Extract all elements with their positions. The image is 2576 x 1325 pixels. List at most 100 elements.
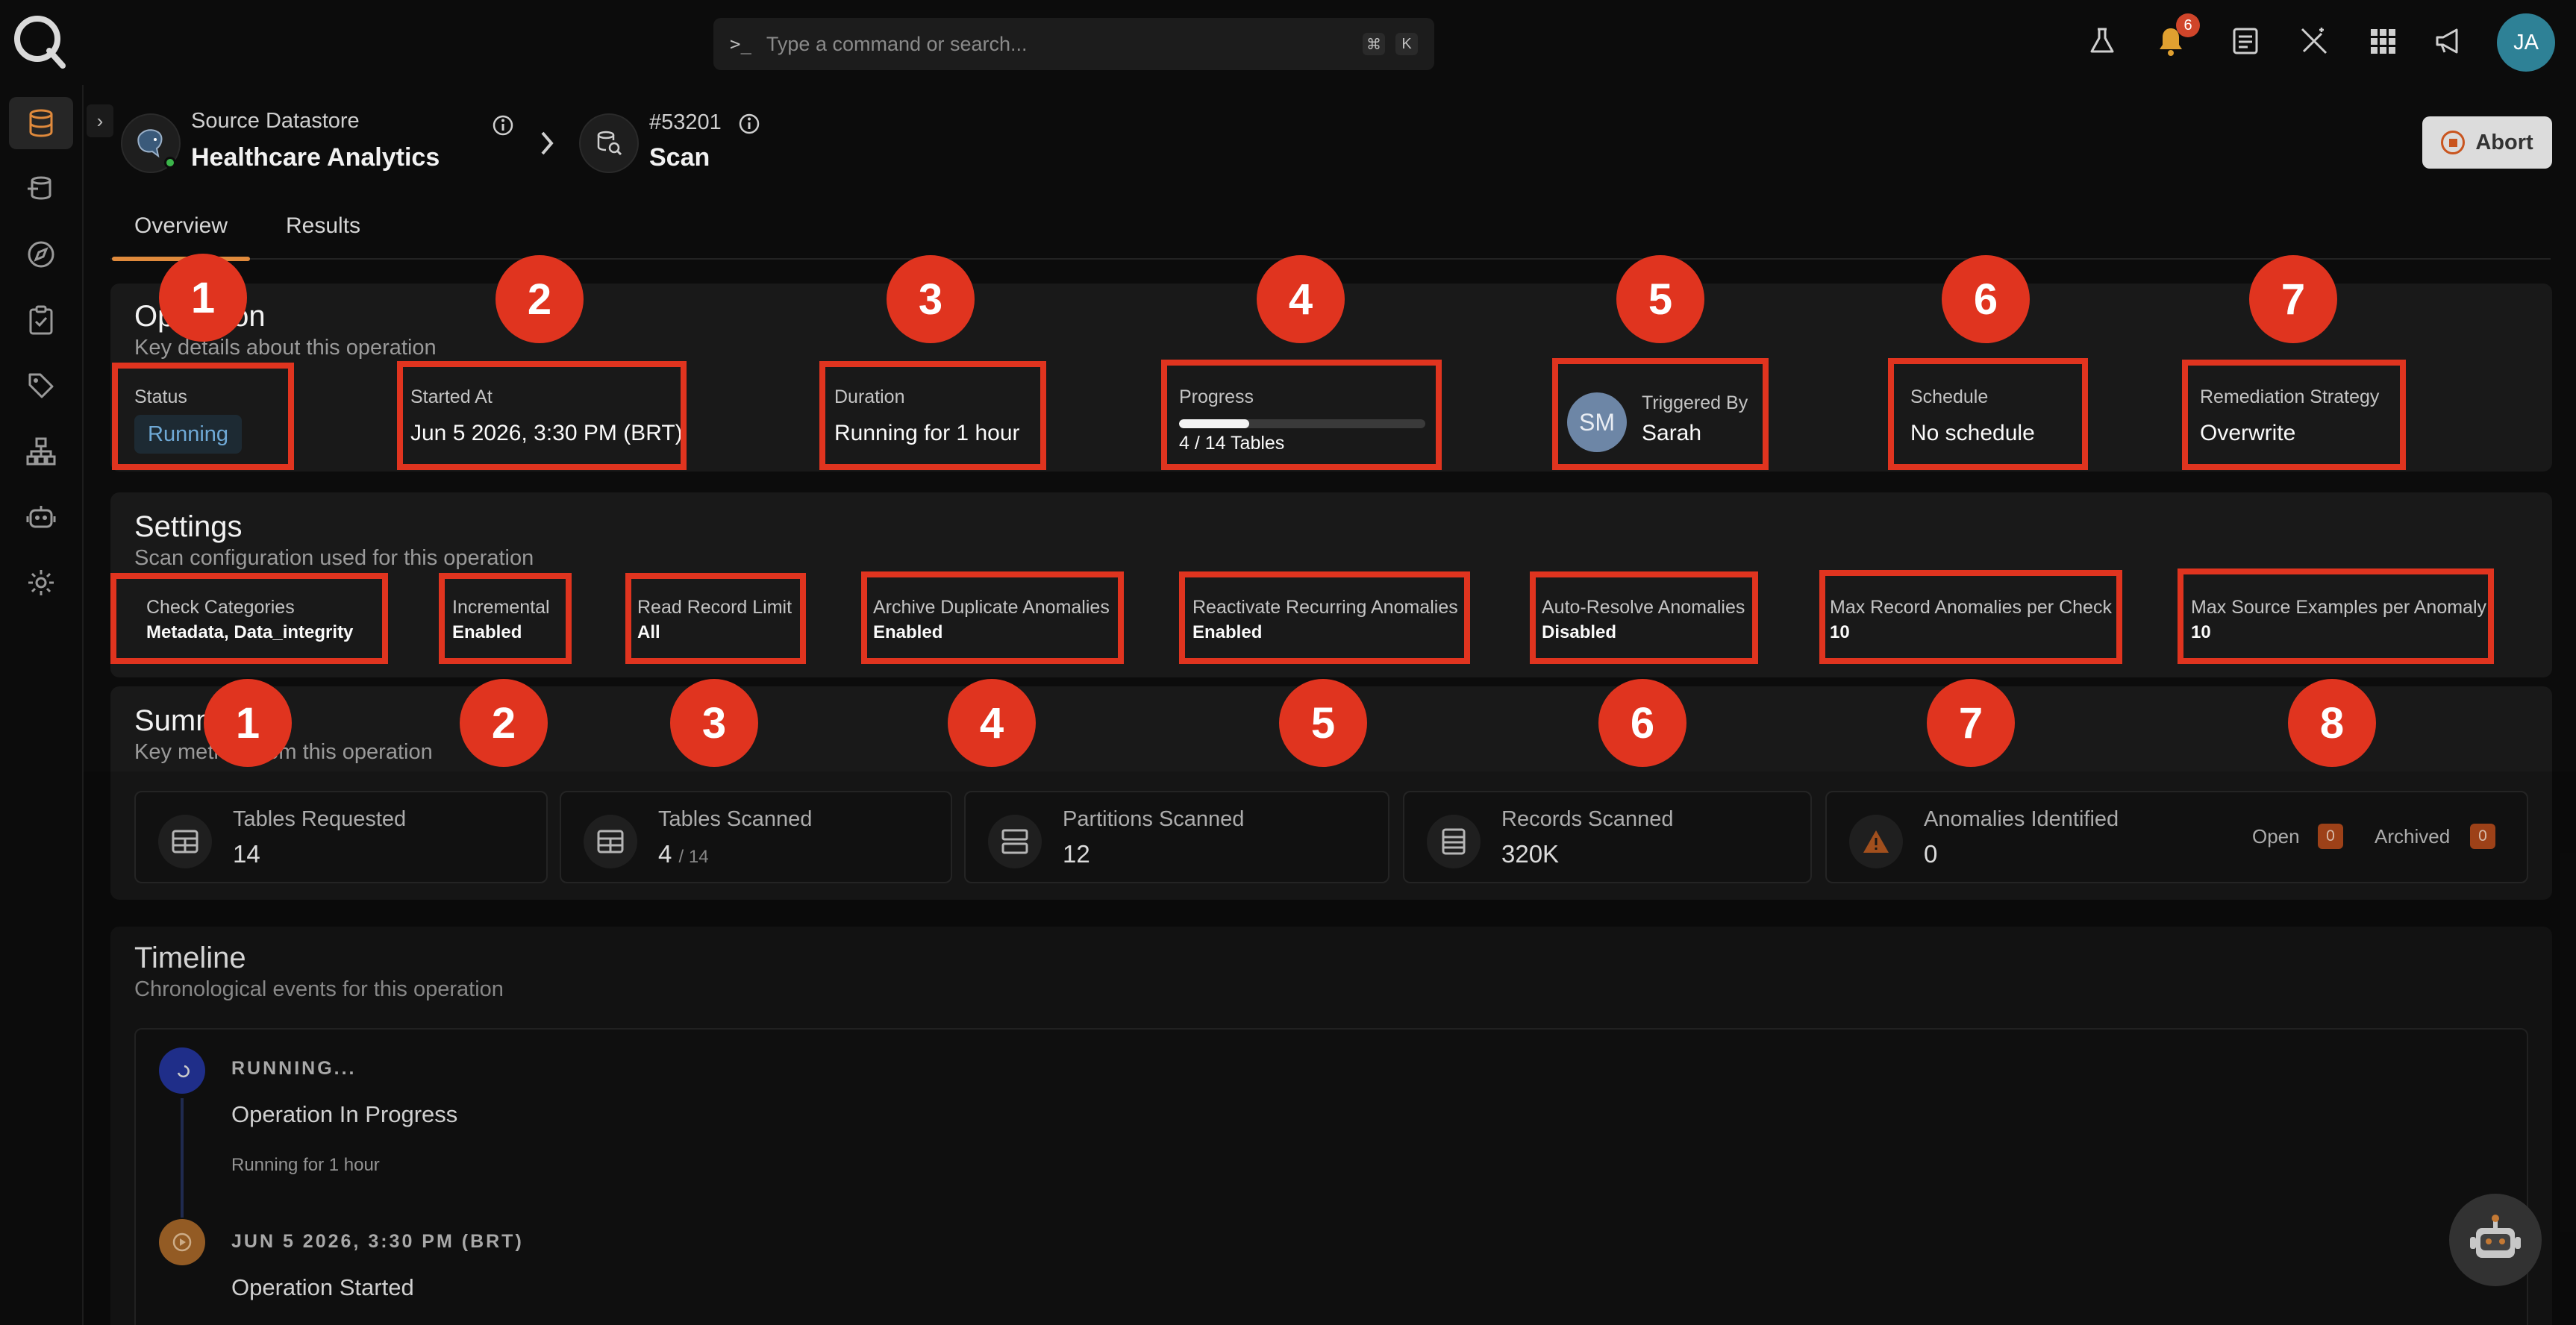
annotation-marker-op-3: 3: [887, 255, 975, 343]
flask-icon[interactable]: [2083, 22, 2121, 60]
partition-icon: [988, 815, 1042, 868]
annotation-box-status: [112, 363, 294, 470]
annotation-box-started-at: [397, 361, 687, 470]
annotation-marker-op-6: 6: [1942, 255, 2030, 343]
shortcut-key-k: K: [1395, 33, 1418, 55]
command-placeholder: Type a command or search...: [766, 32, 1028, 55]
annotation-box-progress: [1161, 360, 1442, 470]
megaphone-icon[interactable]: [2431, 22, 2469, 60]
partitions-scanned-value: 12: [1063, 840, 1090, 868]
annotation-box-max-record-anomalies: [1819, 570, 2122, 664]
database-arrow-icon: [28, 176, 51, 200]
records-scanned-label: Records Scanned: [1501, 807, 1674, 831]
sidebar-item-settings[interactable]: [9, 557, 73, 609]
annotation-box-remediation: [2182, 360, 2406, 470]
anomalies-label: Anomalies Identified: [1924, 807, 2119, 831]
stop-icon: [2441, 131, 2466, 154]
tables-requested-value: 14: [233, 840, 260, 868]
tables-scanned-label: Tables Scanned: [658, 807, 813, 831]
tab-bar: Overview Results: [110, 203, 2551, 261]
annotation-box-read-record-limit: [625, 573, 806, 664]
timeline-event-1-title: Operation In Progress: [231, 1101, 458, 1127]
annotation-marker-op-5: 5: [1616, 255, 1704, 343]
annotation-marker-set-2: 2: [460, 679, 548, 767]
tab-overview[interactable]: Overview: [111, 213, 251, 261]
tab-results[interactable]: Results: [286, 213, 360, 239]
robot-icon: [26, 506, 56, 528]
open-count-badge[interactable]: 0: [2318, 824, 2343, 849]
timeline-event-1-detail: Running for 1 hour: [231, 1155, 380, 1175]
assistant-bot-button[interactable]: [2449, 1194, 2542, 1286]
annotation-box-triggered-by: [1552, 358, 1769, 470]
tables-scanned-count: 4: [658, 840, 672, 868]
terminal-icon: >_: [730, 34, 751, 54]
magic-wand-off-icon[interactable]: [2295, 22, 2333, 60]
compass-icon: [28, 241, 54, 268]
operation-info-icon[interactable]: [737, 112, 761, 136]
datastore-status-dot: [164, 157, 176, 169]
tables-scanned-value: 4 / 14: [658, 840, 709, 868]
timeline-event-1-tag: RUNNING...: [231, 1058, 357, 1079]
annotation-marker-op-1: 1: [159, 254, 247, 342]
settings-title: Settings: [134, 510, 243, 543]
timeline-title: Timeline: [134, 942, 246, 974]
records-icon: [1427, 815, 1481, 868]
settings-subtitle: Scan configuration used for this operati…: [134, 546, 534, 570]
anomalies-value: 0: [1924, 840, 1938, 868]
timeline-event-2-title: Operation Started: [231, 1274, 414, 1300]
annotation-marker-op-2: 2: [495, 255, 584, 343]
tables-scanned-total: / 14: [678, 847, 709, 867]
timeline-running-icon: [159, 1047, 205, 1094]
annotation-box-duration: [819, 361, 1046, 470]
notifications-bell-icon[interactable]: 6: [2152, 13, 2200, 60]
annotation-marker-set-5: 5: [1279, 679, 1367, 767]
database-icon: [29, 109, 53, 137]
open-label: Open: [2252, 825, 2300, 848]
summary-card-records-scanned: Records Scanned 320K: [1403, 791, 1812, 883]
annotation-box-reactivate-recurring: [1179, 571, 1470, 664]
summary-card-tables-scanned: Tables Scanned 4 / 14: [560, 791, 952, 883]
annotation-box-max-source-examples: [2178, 568, 2494, 664]
records-scanned-value: 320K: [1501, 840, 1560, 868]
clipboard-check-icon: [29, 305, 53, 335]
annotation-box-archive-duplicate: [861, 571, 1124, 664]
sidebar-item-tags[interactable]: [9, 360, 73, 412]
sidebar-item-explore[interactable]: [9, 228, 73, 281]
sidebar-item-lineage[interactable]: [9, 425, 73, 477]
summary-card-tables-requested: Tables Requested 14: [134, 791, 548, 883]
annotation-box-check-categories: [110, 573, 388, 664]
breadcrumb-chevron-icon: [541, 131, 554, 155]
datastore-info-icon[interactable]: [491, 113, 515, 137]
table-icon: [158, 815, 212, 868]
table-icon: [584, 815, 637, 868]
sidebar-item-checks[interactable]: [9, 294, 73, 346]
annotation-box-schedule: [1888, 358, 2088, 470]
command-search[interactable]: >_ Type a command or search... ⌘ K: [713, 18, 1434, 70]
document-icon[interactable]: [2227, 22, 2264, 60]
sidebar-item-agents[interactable]: [9, 491, 73, 543]
annotation-marker-set-8: 8: [2288, 679, 2376, 767]
annotation-marker-set-6: 6: [1598, 679, 1686, 767]
annotation-box-incremental: [439, 573, 572, 664]
scan-operation-icon: [579, 113, 639, 173]
sidebar-item-datastores[interactable]: [9, 97, 73, 149]
archived-label: Archived: [2375, 825, 2451, 848]
annotation-marker-set-3: 3: [670, 679, 758, 767]
app-logo[interactable]: [10, 12, 67, 70]
operation-subtitle: Key details about this operation: [134, 336, 437, 360]
datastore-postgres-icon: [121, 113, 181, 173]
user-avatar[interactable]: JA: [2497, 13, 2555, 72]
abort-button[interactable]: Abort: [2422, 116, 2552, 169]
timeline-connector: [181, 1098, 184, 1218]
sidebar-item-enrichment[interactable]: [9, 163, 73, 215]
gear-icon: [28, 570, 54, 595]
sidebar: [0, 85, 84, 1325]
annotation-marker-set-4: 4: [948, 679, 1036, 767]
archived-count-badge[interactable]: 0: [2470, 824, 2495, 849]
sidebar-expand-button[interactable]: ›: [87, 104, 113, 137]
datastore-name[interactable]: Healthcare Analytics: [191, 143, 440, 172]
timeline-start-icon: [159, 1219, 205, 1265]
timeline-subtitle: Chronological events for this operation: [134, 977, 504, 1001]
apps-grid-icon[interactable]: [2364, 22, 2401, 60]
operation-id: #53201: [649, 110, 722, 134]
